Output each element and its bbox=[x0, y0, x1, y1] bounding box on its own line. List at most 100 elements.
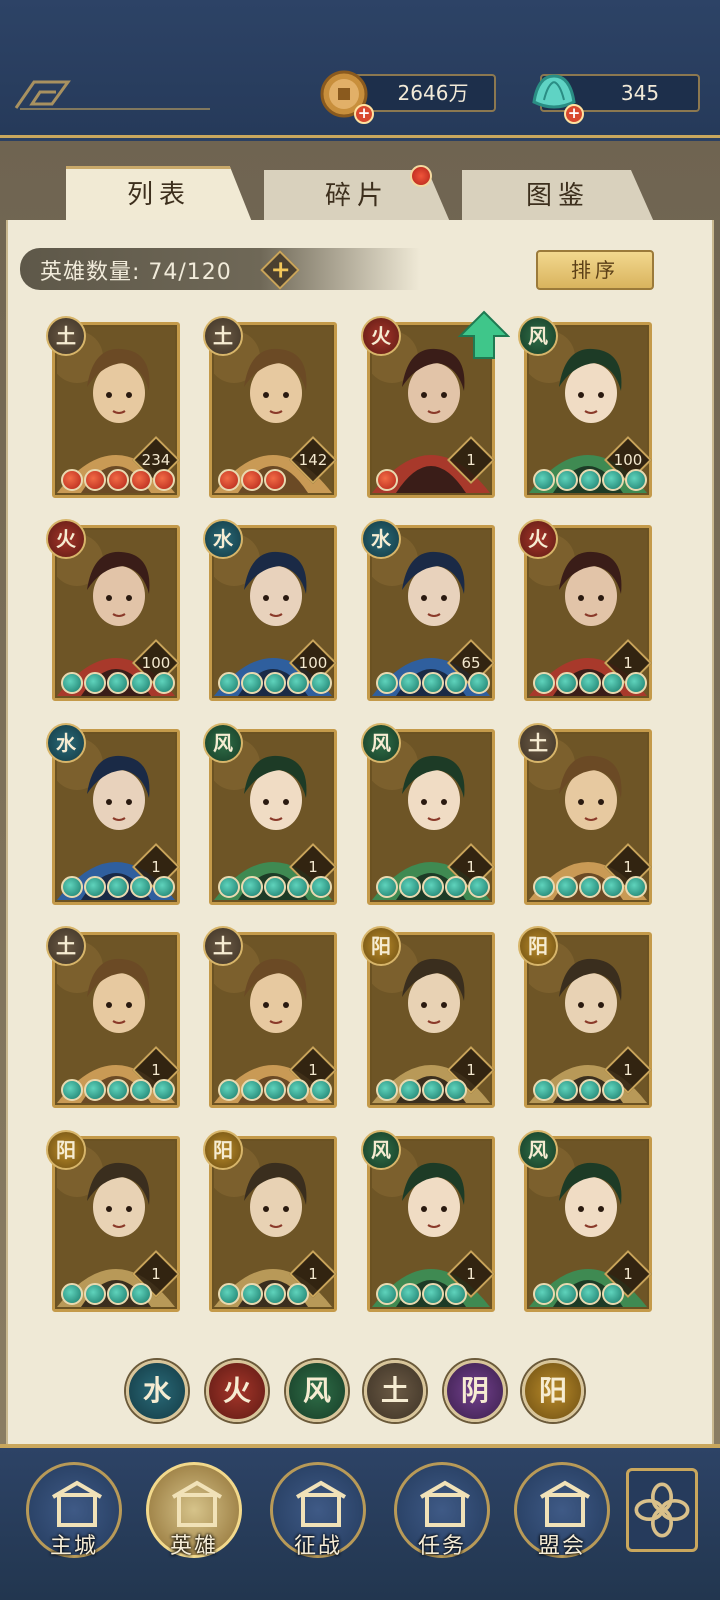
element-badge: 土 bbox=[203, 316, 243, 356]
star-icon bbox=[241, 876, 263, 898]
star-rating bbox=[533, 1079, 624, 1101]
star-icon bbox=[376, 876, 398, 898]
hero-card[interactable]: 阳 1 bbox=[203, 1130, 338, 1312]
star-rating bbox=[218, 469, 286, 491]
star-icon bbox=[310, 876, 332, 898]
star-icon bbox=[153, 469, 175, 491]
star-icon bbox=[218, 672, 240, 694]
star-icon bbox=[556, 469, 578, 491]
hero-card[interactable]: 风 1 bbox=[361, 723, 496, 905]
star-icon bbox=[533, 672, 555, 694]
star-rating bbox=[218, 1079, 332, 1101]
element-badge: 阳 bbox=[361, 926, 401, 966]
star-icon bbox=[422, 672, 444, 694]
star-icon bbox=[376, 672, 398, 694]
star-icon bbox=[264, 672, 286, 694]
gold-currency[interactable]: + 2646万 bbox=[320, 70, 496, 124]
nav-label: 英雄 bbox=[169, 1534, 218, 1559]
element-badge: 火 bbox=[518, 519, 558, 559]
gold-amount: 2646万 bbox=[397, 81, 469, 105]
filter-yin-button[interactable]: 阴 bbox=[444, 1360, 506, 1422]
hero-card[interactable]: 风 1 bbox=[203, 723, 338, 905]
star-icon bbox=[579, 1079, 601, 1101]
star-icon bbox=[107, 1283, 129, 1305]
tab-codex[interactable]: 图鉴 bbox=[462, 170, 654, 222]
hero-card[interactable]: 风 1 bbox=[361, 1130, 496, 1312]
more-menu-button[interactable] bbox=[626, 1468, 698, 1552]
nav-label: 盟会 bbox=[537, 1534, 586, 1559]
star-rating bbox=[533, 876, 647, 898]
hero-card[interactable]: 水 100 bbox=[203, 519, 338, 701]
gem-currency[interactable]: + 345 bbox=[532, 74, 700, 124]
hero-card[interactable]: 水 1 bbox=[46, 723, 181, 905]
star-icon bbox=[107, 1079, 129, 1101]
hero-card[interactable]: 土 1 bbox=[203, 926, 338, 1108]
star-icon bbox=[602, 1283, 624, 1305]
hero-card[interactable]: 阳 1 bbox=[46, 1130, 181, 1312]
star-icon bbox=[310, 1079, 332, 1101]
filter-wind-button[interactable]: 风 bbox=[286, 1360, 348, 1422]
star-rating bbox=[376, 672, 490, 694]
flower-menu-icon bbox=[634, 1482, 690, 1538]
filter-water-button[interactable]: 水 bbox=[126, 1360, 188, 1422]
element-badge: 水 bbox=[361, 519, 401, 559]
star-icon bbox=[579, 672, 601, 694]
hero-card[interactable]: 阳 1 bbox=[518, 926, 653, 1108]
star-icon bbox=[602, 469, 624, 491]
hero-card[interactable]: 土 1 bbox=[518, 723, 653, 905]
star-icon bbox=[533, 1283, 555, 1305]
hero-card[interactable]: 火 1 bbox=[518, 519, 653, 701]
star-icon bbox=[153, 672, 175, 694]
star-icon bbox=[468, 876, 490, 898]
star-icon bbox=[556, 876, 578, 898]
star-icon bbox=[153, 876, 175, 898]
filter-earth-button[interactable]: 土 bbox=[364, 1360, 426, 1422]
star-icon bbox=[61, 672, 83, 694]
sort-button[interactable]: 排序 bbox=[536, 250, 654, 290]
star-icon bbox=[422, 876, 444, 898]
star-icon bbox=[445, 1283, 467, 1305]
star-rating bbox=[376, 1079, 467, 1101]
hero-card[interactable]: 土 234 bbox=[46, 316, 181, 498]
star-icon bbox=[84, 672, 106, 694]
filter-fire-button[interactable]: 火 bbox=[206, 1360, 268, 1422]
star-icon bbox=[84, 1079, 106, 1101]
star-rating bbox=[376, 1283, 467, 1305]
star-icon bbox=[376, 1283, 398, 1305]
tab-list[interactable]: 列表 bbox=[66, 166, 252, 222]
divider bbox=[20, 108, 210, 110]
star-icon bbox=[264, 1283, 286, 1305]
add-gem-button[interactable]: + bbox=[564, 104, 584, 124]
star-icon bbox=[264, 469, 286, 491]
star-icon bbox=[399, 672, 421, 694]
star-icon bbox=[241, 1079, 263, 1101]
hero-card[interactable]: 土 1 bbox=[46, 926, 181, 1108]
star-icon bbox=[61, 1283, 83, 1305]
hero-count: 英雄数量: 74/120 bbox=[40, 260, 232, 285]
hero-card[interactable]: 阳 1 bbox=[361, 926, 496, 1108]
element-badge: 风 bbox=[361, 723, 401, 763]
filter-yang-button[interactable]: 阳 bbox=[522, 1360, 584, 1422]
element-badge: 火 bbox=[361, 316, 401, 356]
hero-card[interactable]: 风 100 bbox=[518, 316, 653, 498]
star-icon bbox=[399, 1283, 421, 1305]
hero-card[interactable]: 火 100 bbox=[46, 519, 181, 701]
star-icon bbox=[579, 876, 601, 898]
plus-icon: + bbox=[270, 255, 291, 284]
hero-level: 142 bbox=[298, 451, 328, 469]
star-icon bbox=[310, 672, 332, 694]
star-icon bbox=[218, 1079, 240, 1101]
hero-card[interactable]: 土 142 bbox=[203, 316, 338, 498]
upgrade-arrow-icon bbox=[458, 310, 510, 359]
element-badge: 水 bbox=[46, 723, 86, 763]
star-icon bbox=[130, 1079, 152, 1101]
star-icon bbox=[241, 672, 263, 694]
hero-card[interactable]: 水 65 bbox=[361, 519, 496, 701]
add-gold-button[interactable]: + bbox=[354, 104, 374, 124]
hero-card[interactable]: 风 1 bbox=[518, 1130, 653, 1312]
star-icon bbox=[61, 469, 83, 491]
nav-label: 任务 bbox=[417, 1534, 466, 1559]
star-icon bbox=[107, 672, 129, 694]
star-icon bbox=[130, 876, 152, 898]
element-badge: 风 bbox=[361, 1130, 401, 1170]
